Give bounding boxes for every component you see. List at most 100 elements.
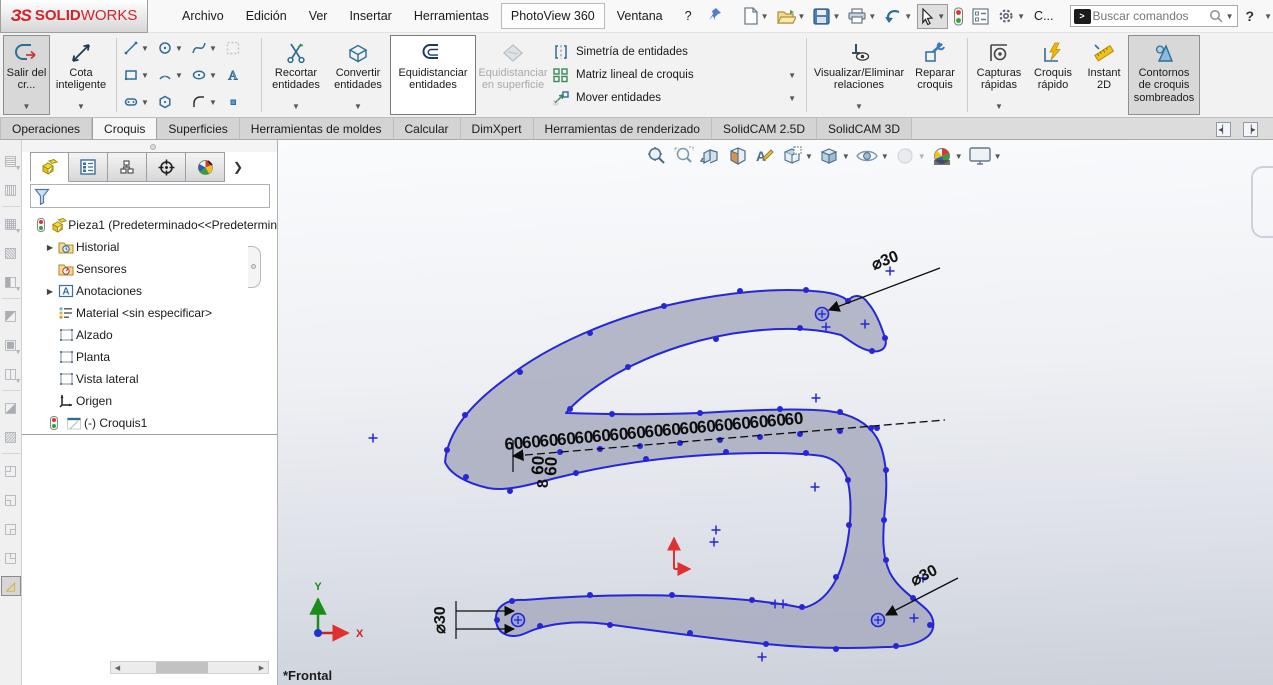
undo-button[interactable]: ▼ <box>881 4 915 29</box>
print-button[interactable]: ▼ <box>845 4 879 28</box>
strip-tool-icon[interactable]: ◱ <box>1 485 21 514</box>
settings-gear-button[interactable]: ▼ <box>994 3 1028 29</box>
tab-herramientas-renderizado[interactable]: Herramientas de renderizado <box>533 118 712 139</box>
chevron-down-icon[interactable]: ▼ <box>1264 12 1272 21</box>
menu-ver[interactable]: Ver <box>299 3 338 29</box>
mirror-entities-button[interactable]: Simetría de entidades <box>550 42 802 62</box>
linear-sketch-pattern-button[interactable]: Matriz lineal de croquis ▼ <box>550 65 802 85</box>
point-tool[interactable] <box>223 89 257 115</box>
tree-item-vista-lateral[interactable]: Vista lateral <box>22 368 277 390</box>
menu-insertar[interactable]: Insertar <box>339 3 401 29</box>
tab-croquis[interactable]: Croquis <box>92 118 158 139</box>
tab-solidcam-25d[interactable]: SolidCAM 2.5D <box>711 118 817 139</box>
strip-tool-icon[interactable]: ▨ <box>1 422 21 451</box>
tree-filter-box[interactable] <box>30 184 270 208</box>
tab-property-manager[interactable] <box>69 152 108 182</box>
chevron-down-icon[interactable]: ▼ <box>141 71 149 80</box>
text-tool[interactable]: A <box>223 62 257 88</box>
tab-display-manager[interactable] <box>186 152 225 182</box>
chevron-down-icon[interactable]: ▼ <box>141 44 149 53</box>
tab-featuremanager-tree[interactable] <box>30 152 69 182</box>
menu-ventana[interactable]: Ventana <box>607 3 673 29</box>
select-tool-button[interactable]: ▼ <box>917 3 949 29</box>
shaded-sketch-contours-button[interactable]: Contornos de croquis sombreados <box>1128 35 1200 115</box>
sketch-s-profile[interactable] <box>444 289 935 649</box>
collapse-pane-left-button[interactable]: ◂▏ <box>1216 122 1231 137</box>
search-icon[interactable] <box>1209 9 1224 24</box>
quick-snaps-button[interactable]: Capturas rápidas ▼ <box>972 35 1026 115</box>
strip-tool-icon[interactable]: ◲ <box>1 514 21 543</box>
exit-sketch-button[interactable]: Salir del cr... ▼ <box>3 35 50 115</box>
dimension-8-label[interactable]: 8 <box>535 479 552 488</box>
panel-collapse-handle[interactable] <box>248 246 261 288</box>
strip-tool-icon[interactable]: ▣ ▼ <box>1 330 22 359</box>
open-document-button[interactable]: ▼ <box>774 4 809 29</box>
arc-tool[interactable]: ▼ <box>155 62 189 88</box>
strip-tool-icon[interactable]: ◪ <box>1 393 21 422</box>
line-tool[interactable]: ▼ <box>121 35 155 61</box>
strip-tool-icon[interactable]: ▤ ▼ <box>1 146 22 175</box>
strip-tool-icon[interactable]: ◳ <box>1 543 21 572</box>
strip-tool-icon[interactable]: ▦ ▼ <box>1 209 22 238</box>
smart-dimension-button[interactable]: Cota inteligente ▼ <box>50 35 112 115</box>
offset-entities-button[interactable]: Equidistanciar entidades <box>390 35 476 115</box>
move-entities-button[interactable]: Mover entidades ▼ <box>550 88 802 108</box>
strip-active-measure-icon[interactable]: ◿ <box>0 576 21 596</box>
tab-dimxpert[interactable]: DimXpert <box>460 118 534 139</box>
chevron-down-icon[interactable]: ▼ <box>788 94 800 103</box>
ellipse-tool[interactable]: ▼ <box>189 62 223 88</box>
chevron-down-icon[interactable]: ▼ <box>209 98 217 107</box>
more-commands-label[interactable]: C... <box>1030 3 1057 29</box>
tree-item-anotaciones[interactable]: ▶ A Anotaciones <box>22 280 277 302</box>
tab-herramientas-moldes[interactable]: Herramientas de moldes <box>239 118 394 139</box>
search-scope-icon[interactable]: > <box>1073 8 1091 24</box>
tree-item-alzado[interactable]: Alzado <box>22 324 277 346</box>
save-button[interactable]: ▼ <box>810 4 843 29</box>
menu-edicion[interactable]: Edición <box>236 3 297 29</box>
strip-tool-icon[interactable]: ▧ <box>1 238 21 267</box>
tab-solidcam-3d[interactable]: SolidCAM 3D <box>817 118 913 139</box>
svg-text:60[interactable]: 60 <box>541 456 561 476</box>
convert-entities-button[interactable]: Convertir entidades ▼ <box>326 35 390 115</box>
sketch-origin[interactable] <box>667 536 692 576</box>
tab-operaciones[interactable]: Operaciones <box>0 118 93 139</box>
pin-menu-icon[interactable] <box>708 7 722 26</box>
panel-splitter[interactable] <box>22 140 277 152</box>
strip-tool-icon[interactable]: ◰ <box>1 456 21 485</box>
scroll-left-arrow[interactable]: ◀ <box>111 662 124 673</box>
graphics-viewport[interactable]: A ▼ ▼ ▼ ▼ ▼ ▼ 60 60 60 60 60 60 60 60 60… <box>278 140 1273 685</box>
tree-item-historial[interactable]: ▶ Historial <box>22 236 277 258</box>
expand-pane-right-button[interactable]: ▕▸ <box>1243 122 1258 137</box>
fillet-tool[interactable]: ▼ <box>189 89 223 115</box>
chevron-down-icon[interactable]: ▼ <box>175 44 183 53</box>
chevron-down-icon[interactable]: ▼ <box>209 71 217 80</box>
expand-arrow-icon[interactable]: ▶ <box>44 287 56 296</box>
strip-tool-icon[interactable]: ▥ <box>1 175 21 204</box>
menu-herramientas[interactable]: Herramientas <box>404 3 499 29</box>
scroll-right-arrow[interactable]: ▶ <box>255 662 268 673</box>
tree-item-material[interactable]: Material <sin especificar> <box>22 302 277 324</box>
options-list-button[interactable] <box>969 4 992 29</box>
strip-tool-icon[interactable]: ◫ ▼ <box>1 359 22 388</box>
traffic-light-icon[interactable] <box>950 3 967 30</box>
search-input[interactable] <box>1090 8 1209 24</box>
trim-entities-button[interactable]: Recortar entidades ▼ <box>266 35 326 115</box>
tree-pane-splitter[interactable] <box>22 434 277 436</box>
tab-superficies[interactable]: Superficies <box>157 118 240 139</box>
polygon-tool[interactable] <box>155 89 189 115</box>
tree-root-pieza1[interactable]: Pieza1 (Predeterminado<<Predetermin <box>22 214 277 236</box>
menu-photoview360[interactable]: PhotoView 360 <box>500 3 605 29</box>
tree-item-croquis1[interactable]: (-) Croquis1 <box>22 412 277 434</box>
tab-configuration-manager[interactable] <box>108 152 147 182</box>
menu-help[interactable]: ? <box>675 3 702 29</box>
feature-tabs-overflow-button[interactable]: ❯ <box>225 152 251 182</box>
tree-item-origen[interactable]: Origen <box>22 390 277 412</box>
scrollbar-thumb[interactable] <box>156 662 208 673</box>
rectangle-tool[interactable]: ▼ <box>121 62 155 88</box>
repair-sketch-button[interactable]: Reparar croquis <box>907 35 963 115</box>
tab-calcular[interactable]: Calcular <box>393 118 461 139</box>
chevron-down-icon[interactable]: ▼ <box>175 71 183 80</box>
menu-archivo[interactable]: Archivo <box>172 3 234 29</box>
display-delete-relations-button[interactable]: Visualizar/Eliminar relaciones ▼ <box>811 35 907 115</box>
chevron-down-icon[interactable]: ▼ <box>1226 12 1234 21</box>
